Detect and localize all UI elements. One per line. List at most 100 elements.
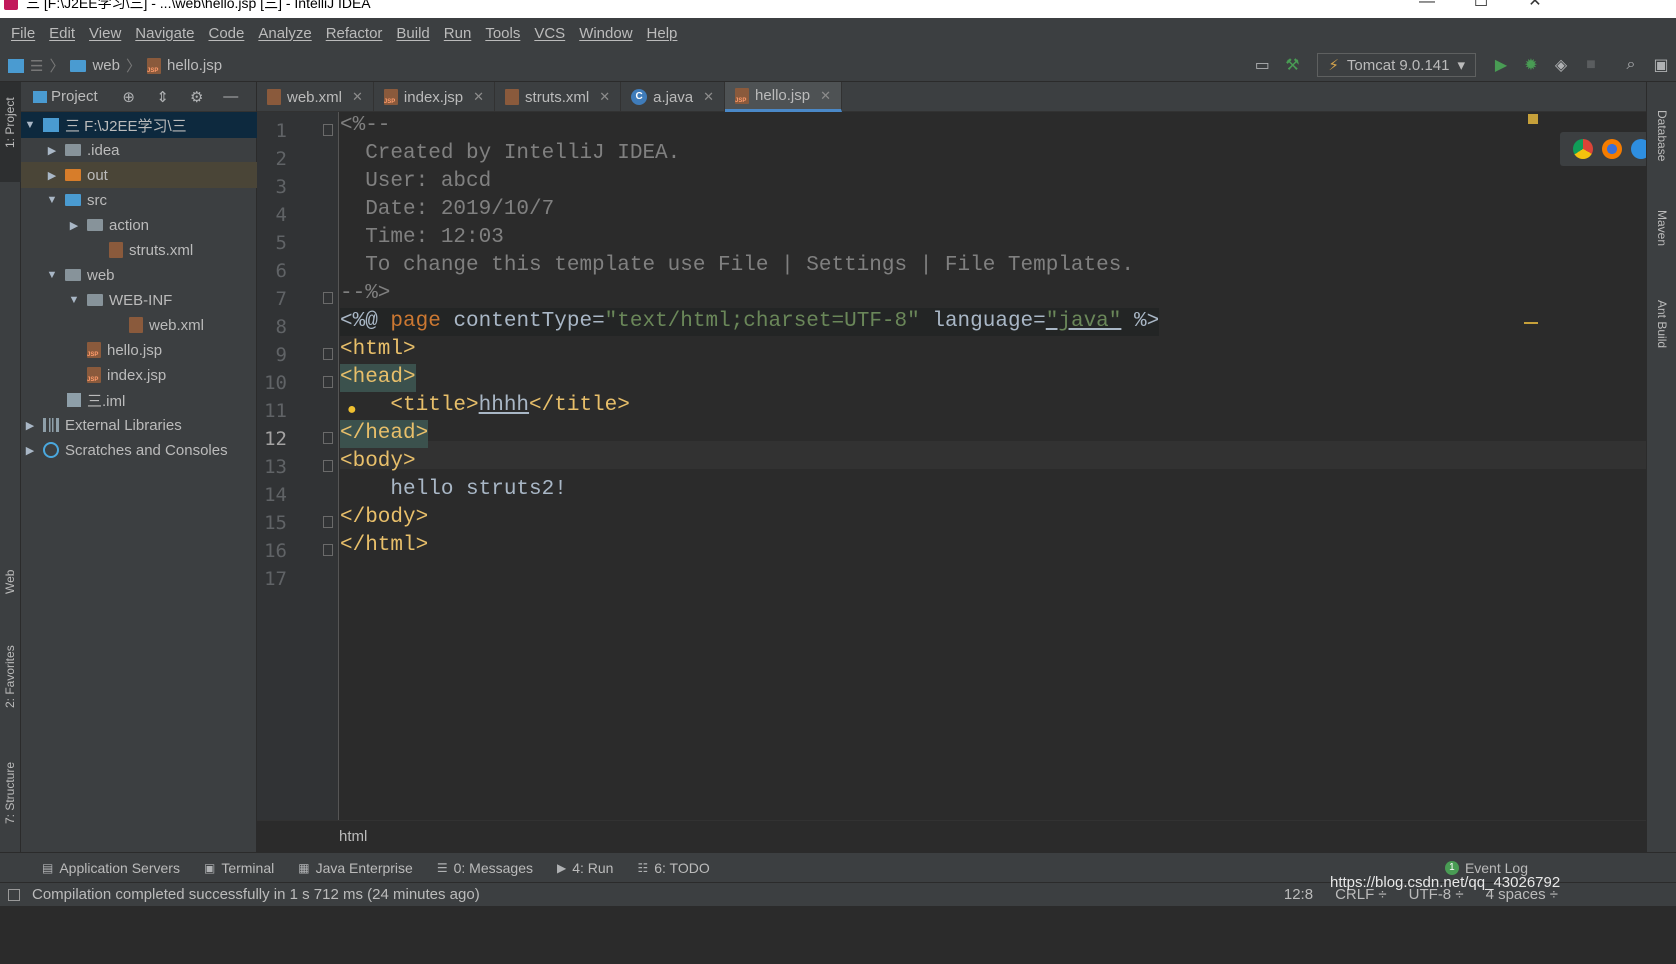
collapsed-arrow-icon[interactable]: ▶ (45, 169, 59, 182)
tool-tab-ant-build[interactable]: Ant Build (1647, 282, 1676, 362)
menu-vcs[interactable]: VCS (527, 25, 572, 42)
tree-item-web[interactable]: ▼ web (21, 262, 257, 288)
menu-help[interactable]: Help (640, 25, 685, 42)
tool-tab-maven[interactable]: Maven (1647, 192, 1676, 262)
tab-index-jsp[interactable]: index.jsp ✕ (374, 82, 496, 112)
locate-icon[interactable]: ⊕ (114, 88, 144, 106)
menu-view[interactable]: View (82, 25, 128, 42)
tree-item-index-jsp[interactable]: index.jsp (21, 362, 257, 388)
tool-tab-todo[interactable]: ☷ 6: TODO (625, 860, 721, 876)
tree-item-external-libraries[interactable]: ▶ External Libraries (21, 412, 257, 438)
tab-hello-jsp[interactable]: hello.jsp ✕ (725, 82, 842, 112)
close-tab-icon[interactable]: ✕ (473, 89, 484, 105)
fold-icon[interactable] (323, 348, 333, 360)
tool-tab-messages[interactable]: ☰ 0: Messages (425, 860, 545, 876)
menu-code[interactable]: Code (201, 25, 251, 42)
tool-tab-project[interactable]: 1: Project (0, 82, 21, 182)
menu-analyze[interactable]: Analyze (251, 25, 318, 42)
fold-icon[interactable] (323, 292, 333, 304)
tree-item-scratches[interactable]: ▶ Scratches and Consoles (21, 437, 257, 463)
tab-struts-xml[interactable]: struts.xml ✕ (495, 82, 622, 112)
run-configuration-select[interactable]: ⚡ Tomcat 9.0.141 ▾ (1317, 53, 1476, 77)
tool-tab-web[interactable]: Web (0, 560, 21, 620)
tab-web-xml[interactable]: web.xml ✕ (257, 82, 374, 112)
warning-marker[interactable] (1524, 322, 1538, 324)
debug-icon[interactable]: ✹ (1516, 51, 1546, 79)
close-tab-icon[interactable]: ✕ (703, 89, 714, 105)
project-view-select[interactable]: Project (51, 88, 98, 105)
breadcrumb-file[interactable]: hello.jsp (167, 57, 222, 74)
gear-icon[interactable]: ⚙ (182, 88, 212, 106)
menu-run[interactable]: Run (437, 25, 479, 42)
menu-navigate[interactable]: Navigate (128, 25, 201, 42)
menu-tools[interactable]: Tools (478, 25, 527, 42)
minimize-button[interactable]: — (1404, 0, 1450, 16)
tool-tab-run[interactable]: ▶ 4: Run (545, 860, 625, 876)
close-tab-icon[interactable]: ✕ (820, 88, 831, 104)
toggle-tool-windows-icon[interactable] (8, 889, 20, 901)
collapsed-arrow-icon[interactable]: ▶ (45, 144, 59, 157)
breadcrumb-web[interactable]: web (92, 57, 120, 74)
tree-item-web-xml[interactable]: web.xml (21, 312, 257, 338)
tree-item-struts-xml[interactable]: struts.xml (21, 237, 257, 263)
close-button[interactable]: ✕ (1512, 0, 1558, 16)
project-structure-icon[interactable]: ▣ (1646, 51, 1676, 79)
collapsed-arrow-icon[interactable]: ▶ (23, 419, 37, 432)
tool-tab-favorites[interactable]: 2: Favorites (0, 638, 21, 728)
menu-edit[interactable]: Edit (42, 25, 82, 42)
nav-toolbar: ▭ ⚒ ⚡ Tomcat 9.0.141 ▾ ▶ ✹ ◈ ■ ⌕ ▣ (1247, 51, 1676, 79)
fold-icon[interactable] (323, 516, 333, 528)
code-line: hello struts2! (340, 478, 567, 501)
fold-icon[interactable] (323, 376, 333, 388)
tab-a-java[interactable]: C a.java ✕ (621, 82, 726, 112)
fold-icon[interactable] (323, 432, 333, 444)
tree-item-iml[interactable]: 三.iml (21, 387, 257, 413)
tool-tab-structure[interactable]: 7: Structure (0, 754, 21, 844)
tool-tab-database[interactable]: Database (1647, 88, 1676, 178)
collapsed-arrow-icon[interactable]: ▶ (67, 219, 81, 232)
stop-icon[interactable]: ■ (1576, 51, 1606, 79)
menu-file[interactable]: File (4, 25, 42, 42)
fold-icon[interactable] (323, 124, 333, 136)
window-title: 三 [F:\J2EE学习\三] - ...\web\hello.jsp [三] … (26, 0, 371, 11)
tree-item-out[interactable]: ▶ out (21, 162, 257, 188)
project-root-icon[interactable]: ☰ (30, 57, 43, 75)
maximize-button[interactable]: ☐ (1458, 0, 1504, 16)
select-frame-icon[interactable]: ▭ (1247, 51, 1277, 79)
tree-item-action[interactable]: ▶ action (21, 212, 257, 238)
chrome-icon[interactable] (1572, 139, 1593, 159)
tool-tab-java-enterprise[interactable]: ▦ Java Enterprise (286, 860, 425, 876)
expanded-arrow-icon[interactable]: ▼ (45, 269, 59, 281)
expanded-arrow-icon[interactable]: ▼ (67, 294, 81, 306)
menu-window[interactable]: Window (572, 25, 639, 42)
code-content[interactable]: <%-- Created by IntelliJ IDEA. User: abc… (340, 112, 1540, 820)
close-tab-icon[interactable]: ✕ (599, 89, 610, 105)
tool-tab-application-servers[interactable]: ▤ Application Servers (30, 860, 192, 876)
search-icon[interactable]: ⌕ (1616, 51, 1646, 79)
tree-item-web-inf[interactable]: ▼ WEB-INF (21, 287, 257, 313)
expanded-arrow-icon[interactable]: ▼ (45, 194, 59, 206)
tree-item-idea[interactable]: ▶ .idea (21, 137, 257, 163)
coverage-icon[interactable]: ◈ (1546, 51, 1576, 79)
close-tab-icon[interactable]: ✕ (352, 89, 363, 105)
collapsed-arrow-icon[interactable]: ▶ (23, 444, 37, 457)
expanded-arrow-icon[interactable]: ▼ (23, 119, 37, 131)
analysis-status-icon[interactable] (1528, 114, 1538, 124)
tree-item-src[interactable]: ▼ src (21, 187, 257, 213)
project-icon[interactable] (8, 58, 24, 73)
hide-icon[interactable]: — (216, 88, 246, 105)
menu-refactor[interactable]: Refactor (319, 25, 390, 42)
editor-area: web.xml ✕ index.jsp ✕ struts.xml ✕ C a.j… (257, 82, 1676, 852)
tree-item-hello-jsp[interactable]: hello.jsp (21, 337, 257, 363)
tool-tab-terminal[interactable]: ▣ Terminal (192, 860, 286, 876)
menu-build[interactable]: Build (389, 25, 436, 42)
fold-icon[interactable] (323, 544, 333, 556)
run-icon[interactable]: ▶ (1486, 51, 1516, 79)
fold-icon[interactable] (323, 460, 333, 472)
collapse-all-icon[interactable]: ⇕ (148, 88, 178, 106)
build-hammer-icon[interactable]: ⚒ (1277, 51, 1307, 79)
firefox-icon[interactable] (1601, 139, 1622, 159)
caret-position[interactable]: 12:8 (1284, 886, 1313, 903)
editor-breadcrumb-html[interactable]: html (339, 828, 367, 845)
tree-item-root[interactable]: ▼ 三 F:\J2EE学习\三 (21, 112, 257, 138)
